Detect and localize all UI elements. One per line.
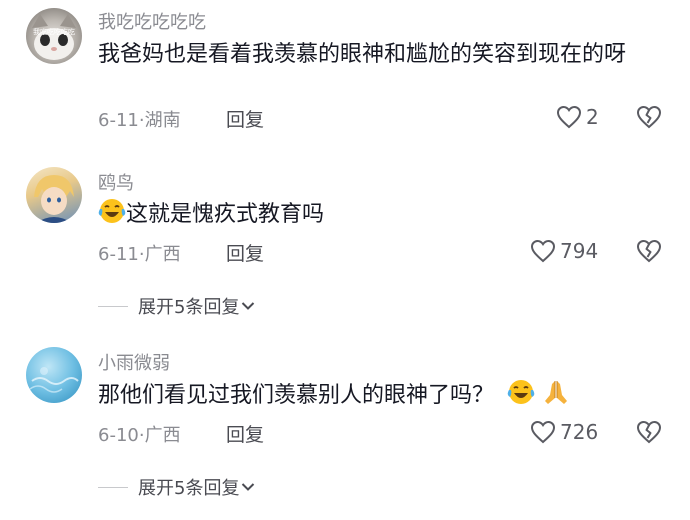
heart-icon — [556, 105, 582, 129]
username[interactable]: 鸥鸟 — [98, 169, 134, 195]
avatar-badge: 我吃吃吃吃吃 — [33, 28, 75, 36]
avatar[interactable]: 我吃吃吃吃吃 — [26, 8, 82, 64]
comment-date: 6-11 — [98, 110, 139, 131]
dislike-button[interactable] — [636, 105, 662, 129]
reply-button[interactable]: 回复 — [226, 105, 264, 132]
comment-text-body: 那他们看见过我们羡慕别人的眼神了吗？ — [98, 383, 495, 408]
comment-location: 广西 — [144, 244, 181, 265]
heart-icon — [530, 420, 556, 444]
like-button[interactable]: 726 — [530, 420, 598, 444]
comment-date: 6-11 — [98, 244, 139, 265]
comment-text-body: 这就是愧疚式教育吗 — [126, 202, 325, 227]
comment-text: 那他们看见过我们羡慕别人的眼神了吗？ — [98, 378, 668, 417]
heart-icon — [530, 239, 556, 263]
like-button[interactable]: 794 — [530, 239, 598, 263]
comment-meta: 6-11·湖南 — [98, 106, 181, 132]
like-button[interactable]: 2 — [556, 105, 599, 129]
like-count: 2 — [586, 105, 599, 129]
expand-replies-label: 展开5条回复 — [138, 297, 240, 318]
reply-button[interactable]: 回复 — [226, 239, 264, 266]
laughing-tears-emoji-icon — [98, 197, 126, 236]
reply-button[interactable]: 回复 — [226, 420, 264, 447]
water-avatar-icon — [29, 367, 79, 393]
like-count: 726 — [560, 420, 599, 444]
chevron-down-icon — [242, 483, 255, 491]
expand-replies-button[interactable]: 展开5条回复 — [98, 293, 255, 319]
username[interactable]: 我吃吃吃吃吃 — [98, 8, 206, 34]
comment-text: 这就是愧疚式教育吗 — [98, 197, 668, 236]
comment-location: 广西 — [144, 425, 181, 446]
broken-heart-icon — [636, 420, 662, 444]
dislike-button[interactable] — [636, 420, 662, 444]
like-count: 794 — [560, 239, 599, 263]
praying-hands-emoji-icon — [542, 378, 570, 417]
divider-line — [98, 305, 128, 307]
comment-meta: 6-10·广西 — [98, 421, 181, 447]
divider-line — [98, 486, 128, 488]
expand-replies-label: 展开5条回复 — [138, 478, 240, 499]
comment-text: 我爸妈也是看着我羡慕的眼神和尴尬的笑容到现在的呀 — [98, 42, 627, 67]
broken-heart-icon — [636, 105, 662, 129]
comment-date: 6-10 — [98, 425, 139, 446]
avatar[interactable] — [26, 167, 82, 223]
username[interactable]: 小雨微弱 — [98, 349, 170, 375]
broken-heart-icon — [636, 239, 662, 263]
avatar[interactable] — [26, 347, 82, 403]
expand-replies-button[interactable]: 展开5条回复 — [98, 474, 255, 500]
anime-avatar-icon — [34, 175, 74, 223]
laughing-tears-emoji-icon — [507, 378, 535, 417]
comment-meta: 6-11·广西 — [98, 240, 181, 266]
comment-location: 湖南 — [144, 110, 181, 131]
dislike-button[interactable] — [636, 239, 662, 263]
chevron-down-icon — [242, 302, 255, 310]
